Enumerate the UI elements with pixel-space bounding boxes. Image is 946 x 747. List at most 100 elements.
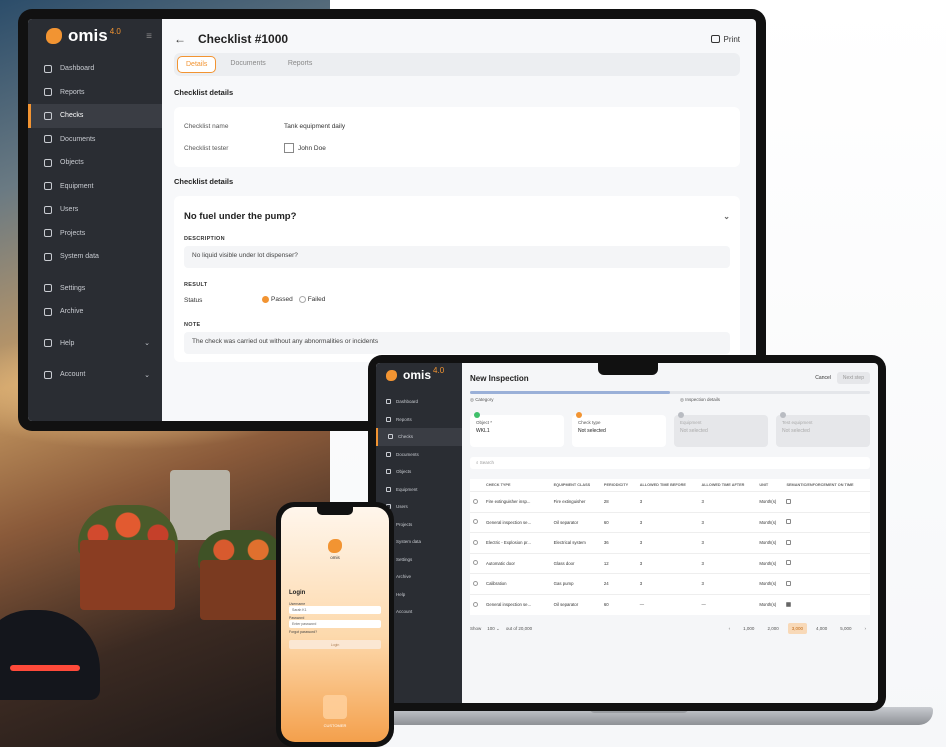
table-row[interactable]: General inspection se... Oil separator 60 3… <box>470 511 870 533</box>
back-arrow-icon[interactable]: ← <box>174 32 186 46</box>
radio-icon[interactable] <box>473 519 478 525</box>
sidebar-item-dashboard[interactable]: Dashboard <box>28 57 162 81</box>
row-select-cell[interactable] <box>470 573 484 594</box>
enforcement-cell[interactable] <box>783 532 870 553</box>
radio-icon[interactable] <box>473 539 478 545</box>
column-header[interactable]: EQUIPMENT CLASS <box>551 479 601 492</box>
checkbox-icon[interactable] <box>786 519 792 525</box>
row-select-cell[interactable] <box>470 532 484 553</box>
row-select-cell[interactable] <box>470 511 484 533</box>
selection-card[interactable]: Equipment Not selected <box>674 412 768 447</box>
wizard-steps: ◎ Category ◎ Inspection details <box>470 397 870 403</box>
checkbox-icon[interactable] <box>786 539 792 545</box>
selection-card[interactable]: Test equipment Not selected <box>776 412 870 447</box>
table-row[interactable]: Calibration Gas pump 24 3 3 Month(s) <box>470 573 870 594</box>
table-row[interactable]: General inspection se... Oil separator 60—… <box>470 593 870 615</box>
row-select-cell[interactable] <box>470 593 484 615</box>
next-page-icon[interactable]: › <box>861 623 871 634</box>
column-header[interactable]: CHECK TYPE <box>483 479 544 492</box>
note-text[interactable]: The check was carried out without any ab… <box>184 332 730 354</box>
checkbox-icon[interactable] <box>786 601 792 607</box>
sidebar-item-equipment[interactable]: Equipment <box>376 481 462 499</box>
sidebar-item-documents[interactable]: Documents <box>376 446 462 464</box>
step-category[interactable]: ◎ Category <box>470 397 493 403</box>
sidebar-item-checks[interactable]: Checks <box>376 428 462 446</box>
selection-card[interactable]: Check type Not selected <box>572 412 666 447</box>
passed-option[interactable]: Passed <box>262 296 293 304</box>
sidebar-item-objects[interactable]: Objects <box>28 151 162 175</box>
step-inspection-details[interactable]: ◎ Inspection details <box>680 397 720 403</box>
question-header[interactable]: No fuel under the pump? ⌄ <box>184 204 730 228</box>
radio-icon[interactable] <box>473 601 478 607</box>
radio-icon[interactable] <box>473 580 478 586</box>
search-input[interactable]: ⌕ Search <box>470 457 870 469</box>
sidebar-item-checks[interactable]: Checks <box>28 104 162 128</box>
laptop-notch <box>598 363 658 375</box>
sidebar-item-reports[interactable]: Reports <box>28 81 162 105</box>
column-header[interactable] <box>544 479 551 492</box>
forgot-password-link[interactable]: Forgot password? <box>289 630 381 634</box>
sidebar-item-settings[interactable]: Settings <box>28 277 162 301</box>
sidebar-item-label: Users <box>60 206 79 214</box>
enforcement-cell[interactable] <box>783 511 870 533</box>
tab-details[interactable]: Details <box>177 56 217 73</box>
checks-icon <box>44 111 52 120</box>
page-button[interactable]: 4,000 <box>812 623 831 634</box>
column-header[interactable]: ALLOWED TIME AFTER <box>698 479 756 492</box>
failed-option[interactable]: Failed <box>298 296 325 304</box>
column-header[interactable] <box>470 479 483 492</box>
sidebar-item-reports[interactable]: Reports <box>376 411 462 429</box>
enforcement-cell[interactable] <box>783 491 870 512</box>
username-field[interactable]: Sarah K1 <box>289 606 381 614</box>
tab-reports[interactable]: Reports <box>280 56 321 73</box>
table-row[interactable]: Automatic door Glass door 12 3 3 Month(s) <box>470 552 870 574</box>
row-select-cell[interactable] <box>470 552 484 574</box>
page-button[interactable]: 3,000 <box>787 623 807 634</box>
column-header[interactable]: PERIODICITY <box>601 479 637 492</box>
sidebar-item-objects[interactable]: Objects <box>376 463 462 481</box>
sidebar-item-dashboard[interactable]: Dashboard <box>376 393 462 411</box>
collapse-sidebar-icon[interactable]: ≡ <box>146 31 152 42</box>
chevron-down-icon[interactable]: ⌄ <box>723 212 730 221</box>
fuel-dispenser <box>170 470 230 540</box>
checkbox-icon[interactable] <box>786 498 792 504</box>
sidebar-item-equipment[interactable]: Equipment <box>28 175 162 199</box>
page-button[interactable]: 5,000 <box>836 623 855 634</box>
enforcement-cell[interactable] <box>783 593 870 615</box>
checkbox-icon[interactable] <box>786 560 792 566</box>
table-row[interactable]: Electric - Explosion pr... Electrical sys… <box>470 532 870 553</box>
login-button[interactable]: Login <box>289 640 381 649</box>
enforcement-cell[interactable] <box>783 573 870 594</box>
print-button[interactable]: Print <box>710 35 740 44</box>
periodicity-cell: 60 <box>600 593 637 615</box>
tab-documents[interactable]: Documents <box>222 56 273 73</box>
sidebar-item-projects[interactable]: Projects <box>28 222 162 246</box>
selection-card[interactable]: Object * WKL1 <box>470 412 564 447</box>
next-step-button[interactable]: Next step <box>836 372 870 384</box>
sidebar-item-help[interactable]: Help ⌄ <box>28 332 162 356</box>
page-button[interactable]: 1,000 <box>739 623 758 634</box>
enforcement-cell[interactable] <box>783 552 870 574</box>
password-field[interactable]: Enter password <box>289 620 381 628</box>
prev-page-icon[interactable]: ‹ <box>725 623 735 634</box>
column-header[interactable]: ALLOWED TIME BEFORE <box>637 479 699 492</box>
column-header[interactable]: SEMANTIC/ENFORCEMENT ON TIME <box>783 479 870 492</box>
app-logo[interactable]: omis 4.0 <box>376 366 462 393</box>
checkbox-icon[interactable] <box>786 580 792 586</box>
per-page-select[interactable]: 100 ⌄ <box>487 626 500 632</box>
sidebar-item-system-data[interactable]: System data <box>28 245 162 269</box>
table-row[interactable]: Fire extinguisher insp... Fire extinguish… <box>470 491 870 512</box>
radio-icon[interactable] <box>473 498 478 504</box>
page-button[interactable]: 2,000 <box>763 623 782 634</box>
sidebar-item-account[interactable]: Account ⌄ <box>28 363 162 387</box>
app-logo[interactable]: omis 4.0 ≡ <box>28 26 162 57</box>
tester-value[interactable]: John Doe <box>298 145 326 152</box>
sidebar-item-users[interactable]: Users <box>28 198 162 222</box>
row-select-cell[interactable] <box>470 491 484 512</box>
sidebar-item-archive[interactable]: Archive <box>28 300 162 324</box>
sidebar-item-documents[interactable]: Documents <box>28 128 162 152</box>
radio-icon[interactable] <box>473 560 478 566</box>
column-header[interactable]: UNIT <box>756 479 783 492</box>
time-after-cell: 3 <box>698 511 757 533</box>
cancel-button[interactable]: Cancel <box>809 372 837 384</box>
